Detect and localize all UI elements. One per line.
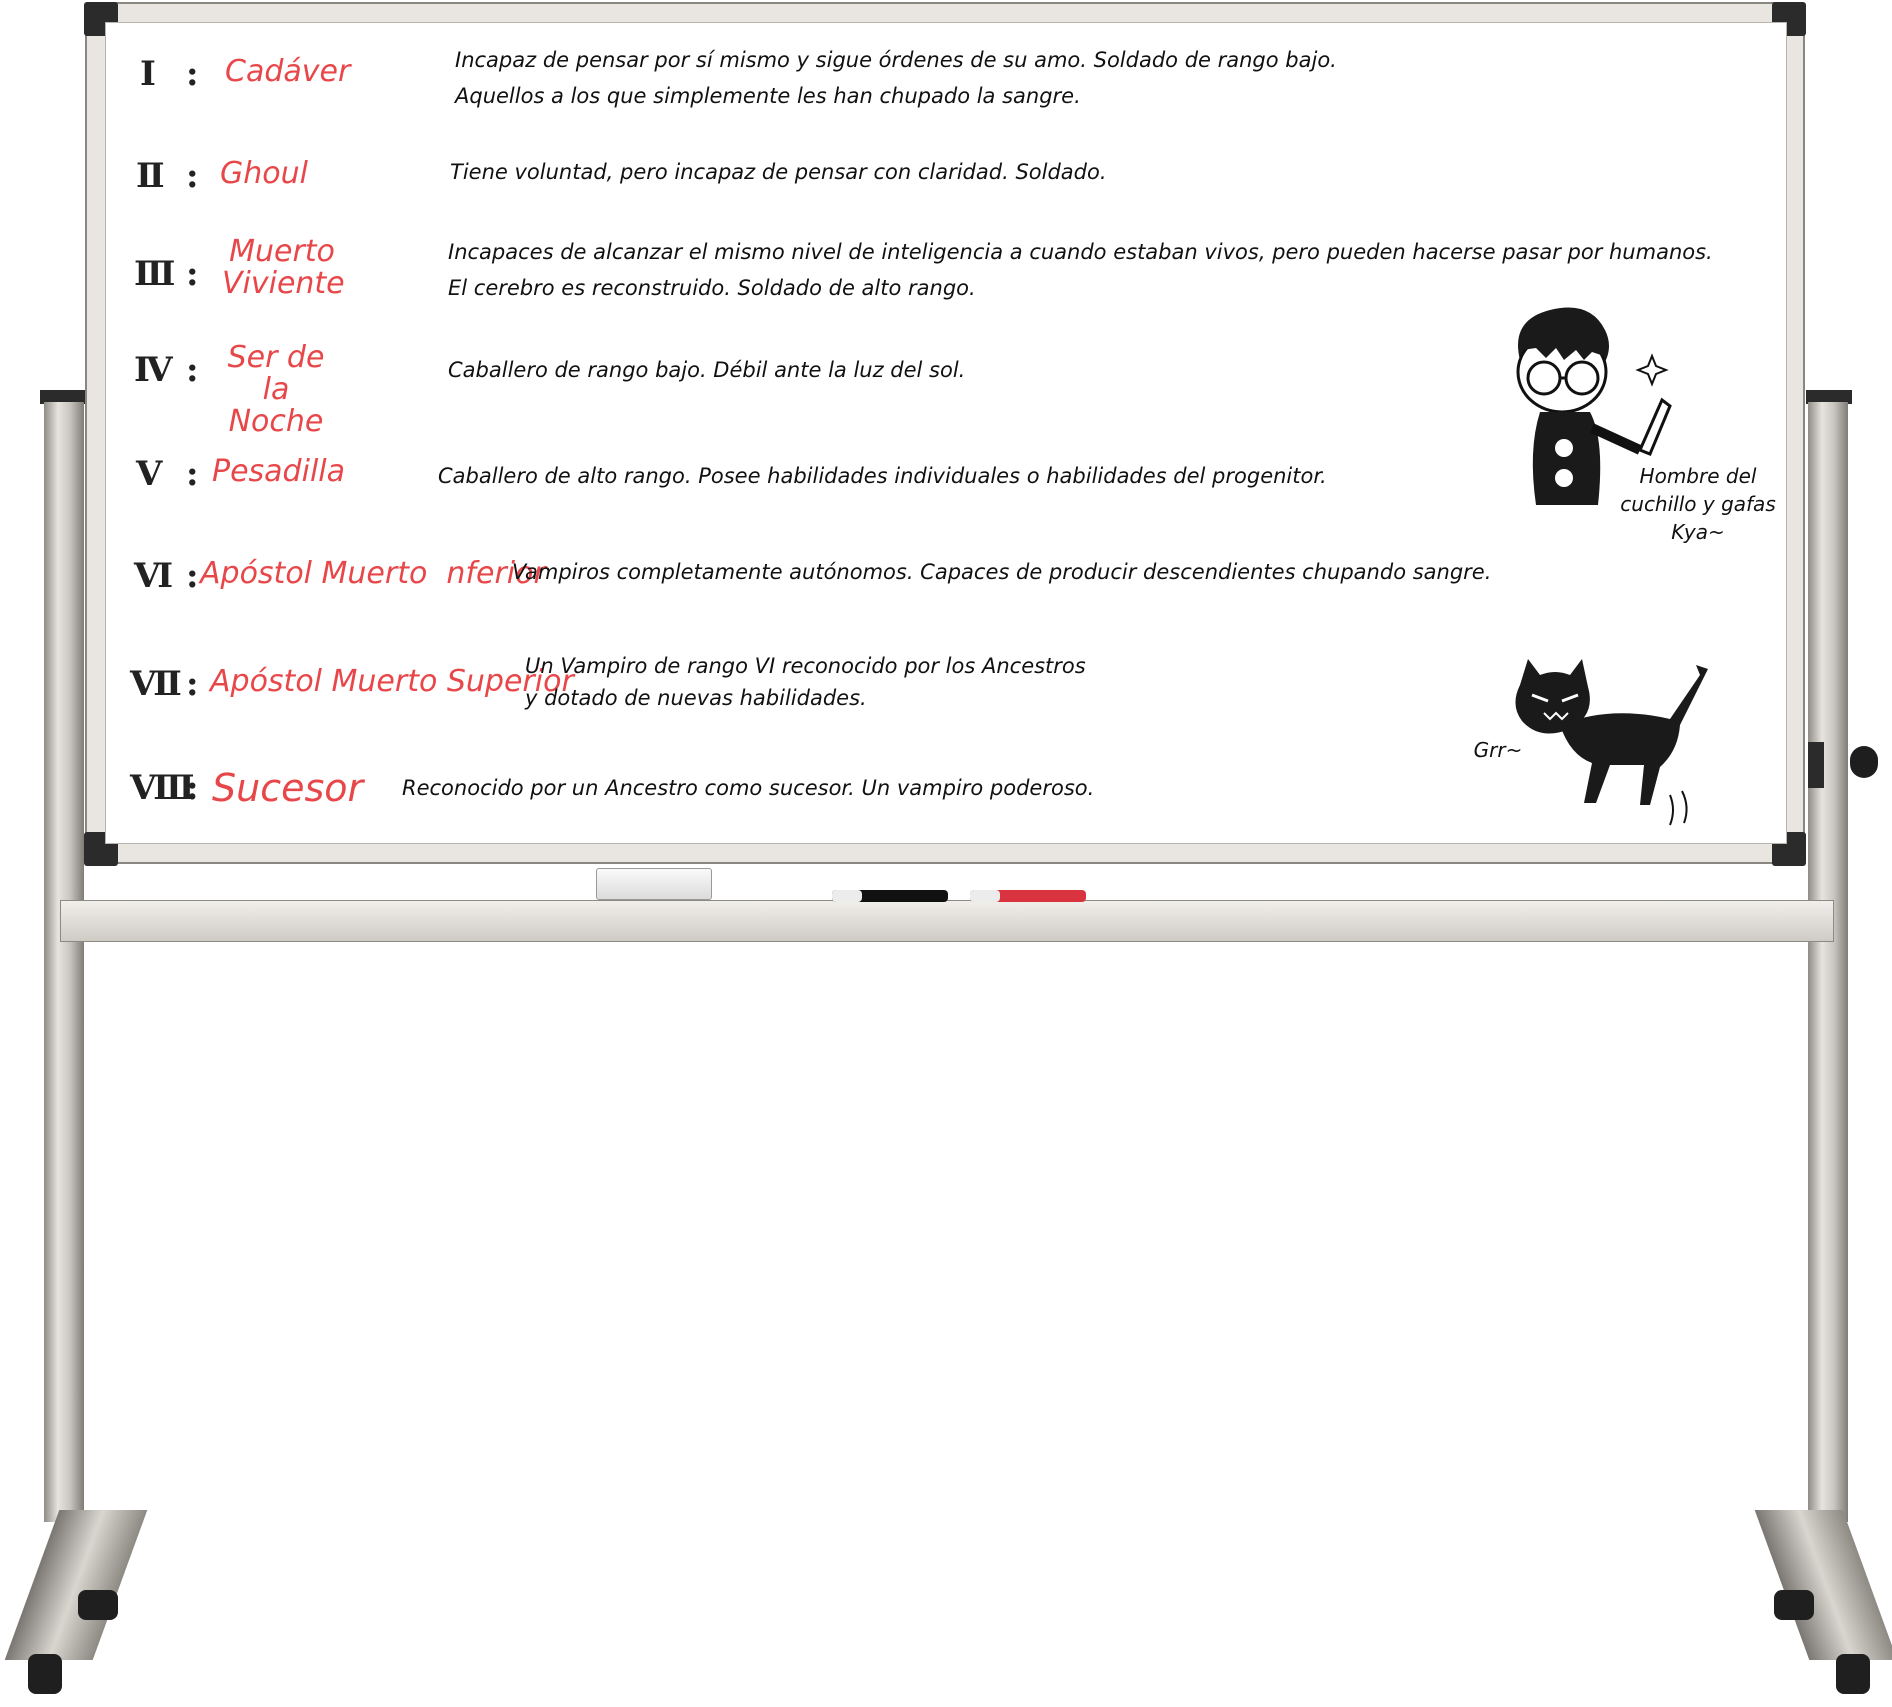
rank-desc-line: Caballero de rango bajo. Débil ante la l… (448, 358, 966, 382)
rank-separator: : (186, 156, 198, 196)
rank-separator: : (186, 350, 198, 390)
rank-term: Ghoul (220, 156, 308, 191)
rank-numeral: Ⅳ (134, 350, 173, 390)
boy-caption-line: Hombre del (1639, 464, 1757, 488)
rank-term: Sucesor (212, 766, 364, 810)
rank-term: Pesadilla (212, 454, 345, 489)
rank-desc-line: El cerebro es reconstruido. Soldado de a… (448, 276, 976, 300)
rank-desc-line: Incapaz de pensar por sí mismo y sigue ó… (455, 48, 1337, 72)
right-foot (1754, 1510, 1892, 1660)
rank-desc-line: y dotado de nuevas habilidades. (525, 686, 867, 710)
right-wheel-back (1774, 1590, 1814, 1620)
red-marker-cap (970, 890, 1000, 902)
rank-desc-line: Aquellos a los que simplemente les han c… (455, 84, 1081, 108)
rank-separator: : (186, 254, 198, 294)
eraser-icon[interactable] (596, 868, 712, 900)
pivot-knob[interactable] (1850, 746, 1878, 778)
rank-desc-line: Incapaces de alcanzar el mismo nivel de … (448, 240, 1713, 264)
marker-tray (60, 900, 1834, 942)
rank-separator: : (186, 556, 198, 596)
boy-caption: Hombre del cuchillo y gafas Kya~ (1608, 462, 1788, 546)
black-marker-cap (832, 890, 862, 902)
right-leg (1808, 402, 1848, 1522)
pivot-bracket (1808, 742, 1824, 788)
angry-cat-doodle (1515, 659, 1708, 826)
rank-term: Apóstol Muerto Superior (210, 664, 574, 699)
rank-separator: : (186, 454, 198, 494)
rank-numeral: Ⅴ (136, 454, 162, 494)
rank-numeral: Ⅶ (130, 664, 182, 704)
rank-separator: : (186, 664, 198, 704)
rank-separator: : (186, 54, 198, 94)
rank-term: Muerto Viviente (222, 234, 345, 301)
cat-caption: Grr~ (1473, 738, 1523, 762)
rank-numeral: Ⅵ (134, 556, 173, 596)
boy-caption-line: Kya~ (1671, 520, 1725, 544)
left-wheel-front (28, 1654, 62, 1694)
rank-desc-line: Un Vampiro de rango VI reconocido por lo… (525, 654, 1086, 678)
rank-term: Cadáver (225, 54, 351, 89)
left-wheel-back (78, 1590, 118, 1620)
right-wheel-front (1836, 1654, 1870, 1694)
rank-desc-line: Reconocido por un Ancestro como sucesor.… (402, 776, 1095, 800)
rank-numeral: Ⅰ (140, 54, 156, 94)
rank-term: Apóstol Muerto nferior (200, 556, 546, 591)
boy-caption-line: cuchillo y gafas (1620, 492, 1776, 516)
left-foot (4, 1510, 148, 1660)
rank-desc-line: Tiene voluntad, pero incapaz de pensar c… (450, 160, 1107, 184)
rank-term: Ser de la Noche (227, 340, 325, 439)
rank-desc-line: Vampiros completamente autónomos. Capace… (512, 560, 1492, 584)
rank-separator: : (186, 768, 198, 808)
rank-numeral: Ⅱ (136, 156, 165, 196)
left-leg (44, 402, 84, 1522)
rank-numeral: Ⅷ (130, 768, 195, 808)
rank-desc-line: Caballero de alto rango. Posee habilidad… (438, 464, 1327, 488)
rank-numeral: Ⅲ (134, 254, 175, 294)
